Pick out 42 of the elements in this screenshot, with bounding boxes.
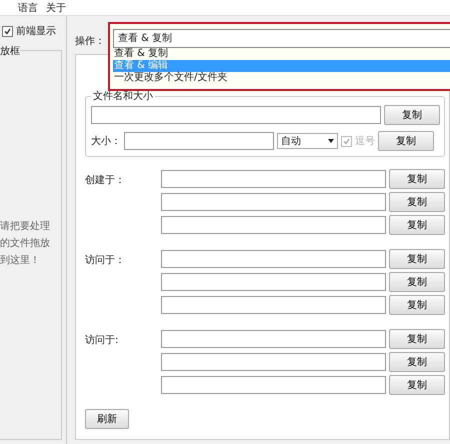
copy-button[interactable]: 复制 (389, 295, 445, 315)
date-field[interactable] (161, 330, 386, 348)
date-field[interactable] (161, 296, 386, 314)
date-field[interactable] (161, 216, 386, 234)
copy-button[interactable]: 复制 (384, 105, 440, 125)
operation-dropdown[interactable]: 查看 & 复制 查看 & 复制 查看 & 编辑 一次更改多个文件/文件夹 (108, 22, 450, 91)
size-field[interactable] (124, 132, 274, 150)
group-title: 放框 (0, 44, 20, 58)
menu-item[interactable]: 关于 (46, 1, 66, 15)
drop-hint: 请把要处理 的文件拖放 到这里！ (0, 220, 51, 268)
size-label: 大小： (91, 134, 121, 148)
date-field[interactable] (161, 193, 386, 211)
group-title: 文件名和大小 (92, 90, 154, 103)
date-field[interactable] (161, 250, 386, 268)
unit-select[interactable]: 自动 (277, 133, 338, 149)
checkbox-label: 逗号 (355, 134, 375, 148)
operation-label: 操作： (75, 35, 105, 48)
date-label: 创建于： (85, 174, 126, 188)
topmost-checkbox[interactable] (2, 26, 13, 36)
copy-button[interactable]: 复制 (389, 329, 445, 349)
dropdown-option[interactable]: 一次更改多个文件/文件夹 (113, 72, 450, 84)
copy-button[interactable]: 复制 (389, 169, 445, 189)
checkbox-label: 前端显示 (16, 24, 56, 38)
filename-field[interactable] (91, 106, 381, 124)
date-field[interactable] (161, 273, 386, 291)
date-field[interactable] (161, 376, 386, 394)
menu-item[interactable]: 语言 (18, 1, 38, 15)
refresh-button[interactable]: 刷新 (85, 409, 129, 429)
dropdown-option[interactable]: 查看 & 复制 (113, 48, 450, 60)
copy-button[interactable]: 复制 (389, 249, 445, 269)
date-field[interactable] (161, 353, 386, 371)
date-label: 访问于: (85, 334, 120, 348)
copy-button[interactable]: 复制 (389, 272, 445, 292)
copy-button[interactable]: 复制 (389, 192, 445, 212)
dropdown-value: 查看 & 复制 (113, 29, 450, 48)
date-label: 访问于： (85, 254, 126, 268)
date-field[interactable] (161, 170, 386, 188)
copy-button[interactable]: 复制 (389, 375, 445, 395)
copy-button[interactable]: 复制 (378, 131, 434, 151)
dropdown-arrow-icon (328, 139, 334, 143)
copy-button[interactable]: 复制 (389, 352, 445, 372)
copy-button[interactable]: 复制 (389, 215, 445, 235)
